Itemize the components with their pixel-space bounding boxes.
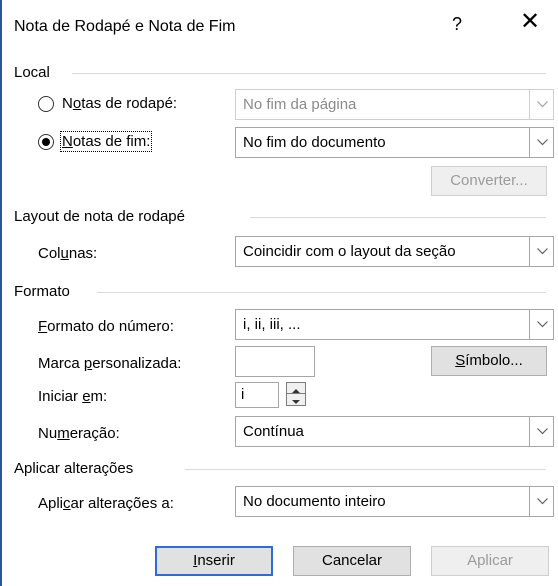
- chevron-down-icon[interactable]: [529, 486, 554, 517]
- apply-to-label: Aplicar alterações a:: [38, 495, 174, 512]
- section-divider: [72, 73, 546, 74]
- spin-down-icon[interactable]: [287, 394, 305, 405]
- number-format-label: Formato do número:: [38, 318, 174, 335]
- chevron-down-icon[interactable]: [529, 89, 554, 120]
- start-at-input[interactable]: i: [235, 382, 279, 408]
- symbol-button[interactable]: Símbolo...: [431, 346, 547, 376]
- chevron-down-icon[interactable]: [529, 309, 554, 340]
- chevron-down-icon[interactable]: [529, 236, 554, 267]
- endnotes-location-value: No fim do documento: [243, 134, 386, 151]
- apply-to-value: No documento inteiro: [243, 493, 386, 510]
- section-layout-heading: Layout de nota de rodapé: [14, 208, 185, 225]
- spin-up-icon[interactable]: [287, 383, 305, 394]
- footnotes-location-select[interactable]: No fim da página: [235, 89, 554, 120]
- start-at-spinner[interactable]: [286, 382, 306, 406]
- dialog-title: Nota de Rodapé e Nota de Fim: [14, 18, 236, 35]
- convert-button[interactable]: Converter...: [431, 166, 547, 196]
- footnotes-label: Notas de rodapé:: [62, 95, 178, 112]
- cancel-button[interactable]: Cancelar: [293, 546, 411, 576]
- columns-select[interactable]: Coincidir com o layout da seção: [235, 236, 554, 267]
- section-format-heading: Formato: [14, 283, 70, 300]
- number-format-select[interactable]: i, ii, iii, ...: [235, 309, 554, 340]
- chevron-down-icon[interactable]: [529, 416, 554, 447]
- numbering-value: Contínua: [243, 423, 304, 440]
- footnotes-radio[interactable]: [38, 96, 54, 112]
- numbering-label: Numeração:: [38, 425, 120, 442]
- endnotes-radio[interactable]: [38, 134, 54, 150]
- footnotes-location-value: No fim da página: [243, 96, 357, 113]
- close-icon[interactable]: ✕: [520, 10, 540, 34]
- columns-label: Colunas:: [38, 245, 98, 262]
- section-divider: [250, 217, 546, 218]
- apply-to-select[interactable]: No documento inteiro: [235, 486, 554, 517]
- insert-button[interactable]: Inserir: [155, 546, 273, 576]
- help-button[interactable]: ?: [452, 14, 462, 35]
- apply-button[interactable]: Aplicar: [431, 546, 549, 576]
- numbering-select[interactable]: Contínua: [235, 416, 554, 447]
- start-at-label: Iniciar em:: [38, 388, 108, 405]
- columns-value: Coincidir com o layout da seção: [243, 243, 456, 260]
- chevron-down-icon[interactable]: [529, 127, 554, 158]
- section-apply-heading: Aplicar alterações: [14, 460, 134, 477]
- section-local-heading: Local: [14, 64, 50, 81]
- custom-mark-input[interactable]: [235, 346, 315, 377]
- custom-mark-label: Marca personalizada:: [38, 355, 182, 372]
- endnotes-label: Notas de fim:: [59, 131, 153, 152]
- number-format-value: i, ii, iii, ...: [243, 316, 301, 333]
- endnotes-location-select[interactable]: No fim do documento: [235, 127, 554, 158]
- window-accent-border: [0, 0, 2, 586]
- section-divider: [97, 292, 546, 293]
- section-divider: [185, 469, 546, 470]
